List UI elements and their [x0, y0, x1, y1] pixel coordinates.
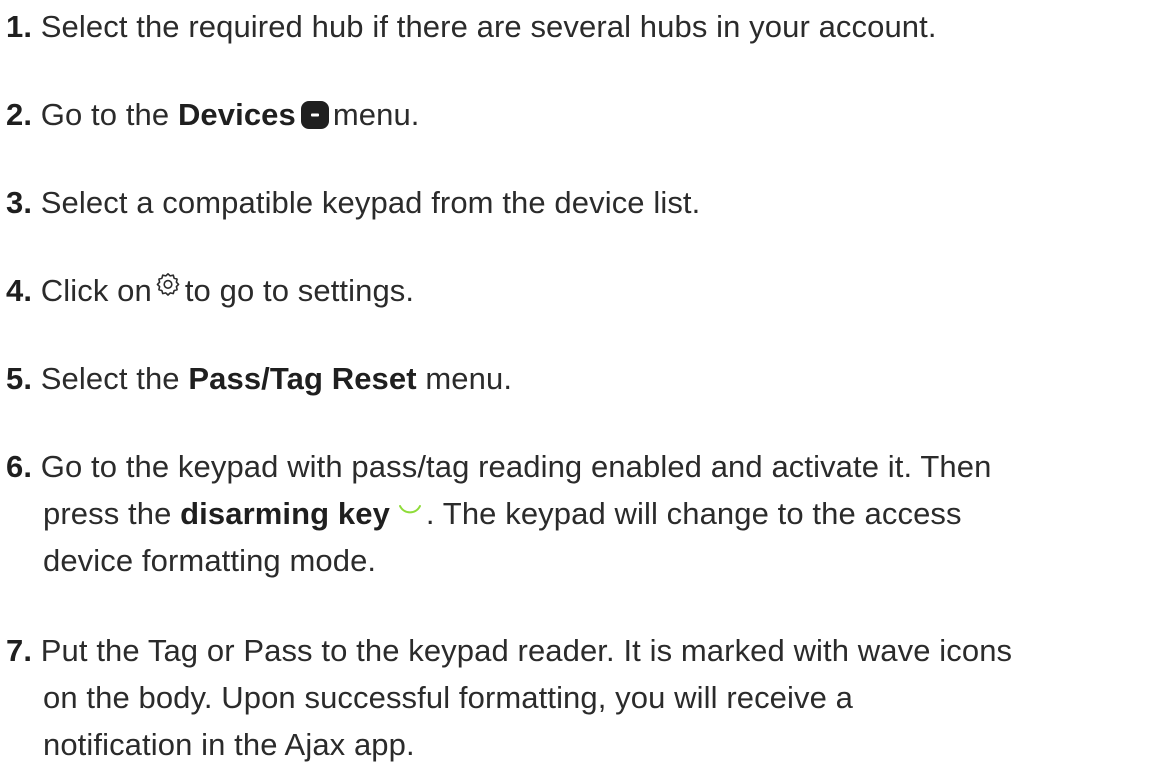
step-text: notification in the Ajax app.: [43, 727, 415, 762]
step-number: 2.: [6, 97, 33, 132]
step-text: menu.: [332, 97, 420, 132]
step-text: to go to settings.: [184, 273, 415, 308]
devices-icon: [300, 100, 329, 129]
step-number: 1.: [6, 9, 33, 44]
step-line: on the body. Upon successful formatting,…: [6, 674, 1166, 721]
step-text: Select a compatible keypad from the devi…: [40, 185, 701, 220]
step-2: 2. Go to the Devices menu.: [6, 91, 1166, 138]
disarming-key-label: disarming key: [180, 496, 390, 531]
step-line: press the disarming key . The keypad wil…: [6, 490, 1166, 537]
step-text: Go to the keypad with pass/tag reading e…: [40, 449, 992, 484]
step-7: 7. Put the Tag or Pass to the keypad rea…: [6, 627, 1166, 768]
step-text: menu.: [425, 361, 513, 396]
step-number: 4.: [6, 273, 33, 308]
step-6: 6. Go to the keypad with pass/tag readin…: [6, 443, 1166, 584]
instruction-steps: 1. Select the required hub if there are …: [0, 0, 1171, 775]
step-text: Select the required hub if there are sev…: [40, 9, 937, 44]
step-text: Put the Tag or Pass to the keypad reader…: [40, 633, 1013, 668]
step-text: Select the: [40, 361, 180, 396]
step-line: 6. Go to the keypad with pass/tag readin…: [6, 443, 1166, 490]
step-text: press the: [43, 496, 172, 531]
step-1: 1. Select the required hub if there are …: [6, 3, 1166, 50]
step-text: Click on: [40, 273, 152, 308]
step-number: 7.: [6, 633, 33, 668]
step-text: . The keypad will change to the access: [425, 496, 962, 531]
step-line: notification in the Ajax app.: [6, 721, 1166, 768]
step-number: 5.: [6, 361, 33, 396]
disarm-icon: [398, 504, 421, 514]
step-4: 4. Click on to go to settings.: [6, 267, 1166, 314]
devices-label: Devices: [177, 97, 296, 132]
step-5: 5. Select the Pass/Tag Reset menu.: [6, 355, 1166, 402]
step-number: 6.: [6, 449, 33, 484]
pass-tag-reset-label: Pass/Tag Reset: [188, 361, 417, 396]
step-3: 3. Select a compatible keypad from the d…: [6, 179, 1166, 226]
step-line: device formatting mode.: [6, 537, 1166, 584]
step-line: 7. Put the Tag or Pass to the keypad rea…: [6, 627, 1166, 674]
step-text: device formatting mode.: [43, 543, 377, 578]
step-number: 3.: [6, 185, 33, 220]
gear-icon: [156, 272, 180, 296]
step-text: on the body. Upon successful formatting,…: [43, 680, 854, 715]
step-text: Go to the: [40, 97, 170, 132]
